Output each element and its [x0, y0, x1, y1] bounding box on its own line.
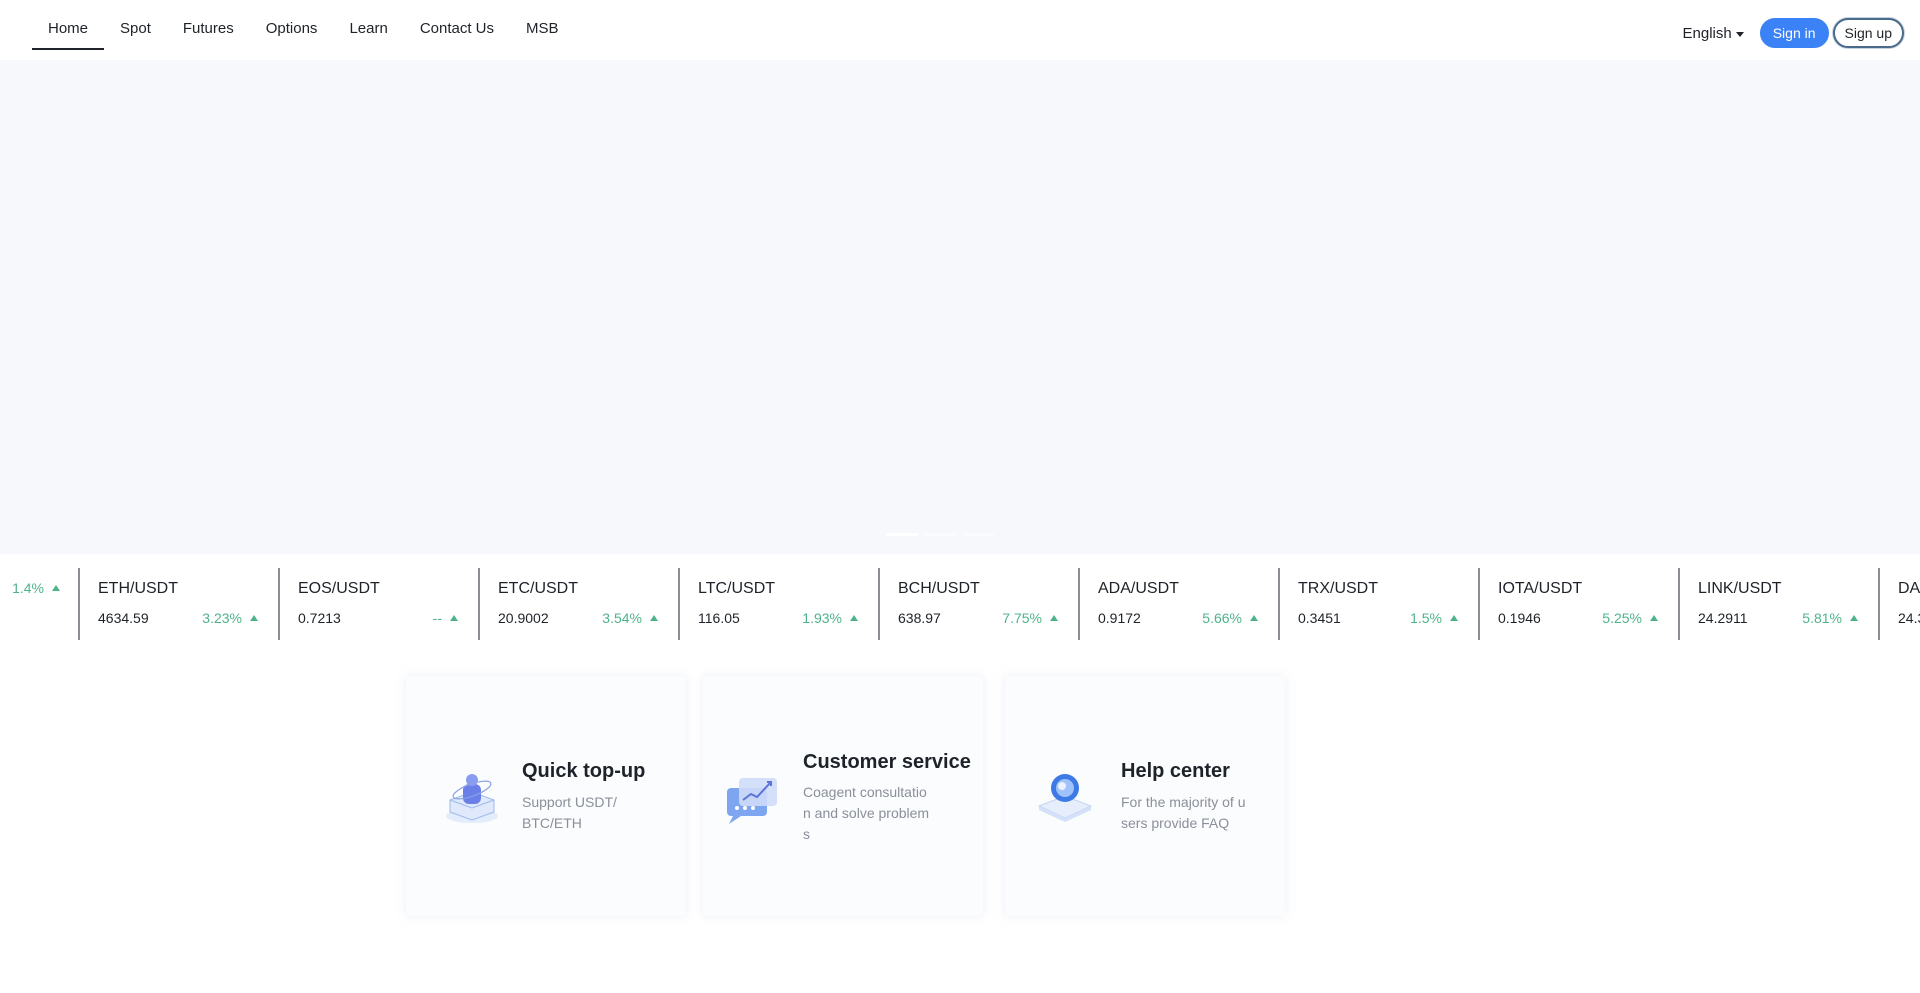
- banner-dot[interactable]: [924, 533, 956, 536]
- ticker-change: 3.23%: [202, 610, 242, 626]
- up-arrow-icon: [1250, 615, 1258, 621]
- ticker-item[interactable]: TRX/USDT 0.3451 1.5%: [1278, 568, 1478, 640]
- ticker-item[interactable]: ETH/USDT 4634.59 3.23%: [78, 568, 278, 640]
- up-arrow-icon: [1050, 615, 1058, 621]
- banner-dot[interactable]: [962, 533, 994, 536]
- nav-futures[interactable]: Futures: [167, 0, 250, 50]
- card-title: Customer service: [803, 751, 971, 773]
- ticker-pair: ETC/USDT: [498, 580, 578, 597]
- ticker-pair: IOTA/USDT: [1498, 580, 1583, 597]
- customer-service-icon: [727, 778, 777, 824]
- ticker-change: 5.81%: [1802, 610, 1842, 626]
- card-title: Help center: [1121, 760, 1230, 782]
- feature-card-help-center[interactable]: Help center For the majority of users pr…: [1005, 676, 1285, 916]
- sign-up-button[interactable]: Sign up: [1832, 18, 1904, 48]
- up-arrow-icon: [1850, 615, 1858, 621]
- ticker-change: 3.54%: [602, 610, 642, 626]
- ticker-change: 5.25%: [1602, 610, 1642, 626]
- main-nav: Home Spot Futures Options Learn Contact …: [32, 0, 575, 60]
- card-title: Quick top-up: [522, 760, 646, 782]
- ticker-price: 0.7213: [298, 610, 341, 626]
- ticker-item[interactable]: LINK/USDT 24.2911 5.81%: [1678, 568, 1878, 640]
- banner-pagination: [886, 533, 1000, 536]
- ticker-price: 4634.59: [98, 610, 149, 626]
- language-selector[interactable]: English: [1683, 25, 1744, 42]
- ticker-price: 638.97: [898, 610, 941, 626]
- up-arrow-icon: [52, 585, 60, 591]
- nav-spot[interactable]: Spot: [104, 0, 167, 50]
- ticker-item[interactable]: 1.4%: [0, 568, 80, 640]
- nav-home[interactable]: Home: [32, 0, 105, 50]
- ticker-change: 5.66%: [1202, 610, 1242, 626]
- nav-msb[interactable]: MSB: [510, 0, 575, 50]
- nav-options[interactable]: Options: [250, 0, 334, 50]
- language-label: English: [1682, 24, 1732, 42]
- ticker-item[interactable]: ADA/USDT 0.9172 5.66%: [1078, 568, 1278, 640]
- card-description: Support USDT/BTC/ETH: [522, 794, 617, 831]
- ticker-pair: ADA/USDT: [1098, 580, 1179, 597]
- up-arrow-icon: [1650, 615, 1658, 621]
- ticker-pair: EOS/USDT: [298, 580, 380, 597]
- up-arrow-icon: [1450, 615, 1458, 621]
- up-arrow-icon: [250, 615, 258, 621]
- ticker-price: 0.3451: [1298, 610, 1341, 626]
- top-up-icon: [446, 774, 498, 823]
- up-arrow-icon: [450, 615, 458, 621]
- ticker-pair: LTC/USDT: [698, 580, 776, 597]
- ticker-change: 1.5%: [1410, 610, 1442, 626]
- header-actions: English Sign in Sign up: [1683, 18, 1904, 48]
- ticker-item[interactable]: EOS/USDT 0.7213 --: [278, 568, 478, 640]
- ticker-price: 24.3: [1898, 610, 1920, 626]
- up-arrow-icon: [850, 615, 858, 621]
- up-arrow-icon: [650, 615, 658, 621]
- ticker-price: 24.2911: [1698, 610, 1748, 626]
- ticker-pair: BCH/USDT: [898, 580, 980, 597]
- top-header: Home Spot Futures Options Learn Contact …: [0, 0, 1920, 60]
- ticker-change: --: [432, 610, 442, 626]
- card-description: Coagent consultation and solve problems: [803, 784, 930, 842]
- ticker-pair: TRX/USDT: [1298, 580, 1378, 597]
- ticker-item[interactable]: LTC/USDT 116.05 1.93%: [678, 568, 878, 640]
- ticker-price: 20.9002: [498, 610, 549, 626]
- ticker-change: 1.93%: [802, 610, 842, 626]
- market-ticker: 1.4% ETH/USDT 4634.59 3.23% EOS/USDT 0.7…: [0, 568, 1920, 640]
- ticker-pair: LINK/USDT: [1698, 580, 1782, 597]
- ticker-item[interactable]: ETC/USDT 20.9002 3.54%: [478, 568, 678, 640]
- ticker-price: 0.9172: [1098, 610, 1141, 626]
- ticker-price: 116.05: [698, 610, 740, 626]
- hero-banner: [0, 60, 1920, 554]
- ticker-price: 0.1946: [1498, 610, 1541, 626]
- caret-down-icon: [1735, 31, 1744, 37]
- feature-card-quick-top-up[interactable]: Quick top-up Support USDT/BTC/ETH: [406, 676, 686, 916]
- sign-in-button[interactable]: Sign in: [1759, 18, 1829, 48]
- feature-card-customer-service[interactable]: Customer service Coagent consultation an…: [703, 676, 983, 916]
- ticker-item[interactable]: DA 24.3: [1878, 568, 1920, 640]
- ticker-change: 7.75%: [1002, 610, 1042, 626]
- nav-contact-us[interactable]: Contact Us: [404, 0, 510, 50]
- ticker-pair: ETH/USDT: [98, 580, 178, 597]
- ticker-item[interactable]: IOTA/USDT 0.1946 5.25%: [1478, 568, 1678, 640]
- card-description: For the majority of users provide FAQ: [1121, 794, 1246, 831]
- ticker-pair: DA: [1898, 580, 1920, 597]
- banner-dot[interactable]: [886, 533, 918, 536]
- ticker-change: 1.4%: [12, 580, 44, 596]
- nav-learn[interactable]: Learn: [333, 0, 403, 50]
- help-center-icon: [1037, 774, 1093, 822]
- ticker-item[interactable]: BCH/USDT 638.97 7.75%: [878, 568, 1078, 640]
